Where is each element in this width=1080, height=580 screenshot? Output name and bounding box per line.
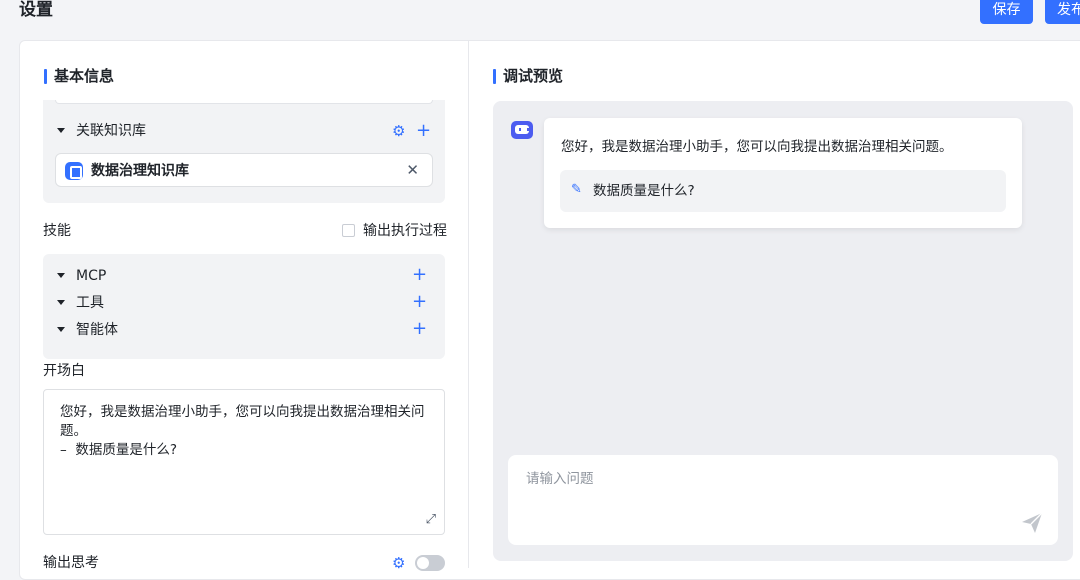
page-title: 设置 bbox=[19, 0, 53, 20]
knowledge-settings-gear-icon[interactable]: ⚙ bbox=[392, 123, 405, 139]
suggested-question[interactable]: ✎ 数据质量是什么? bbox=[560, 170, 1006, 212]
skills-label: 技能 bbox=[43, 223, 71, 239]
knowledge-label: 关联知识库 bbox=[76, 123, 146, 139]
suggested-question-text: 数据质量是什么? bbox=[593, 183, 695, 199]
debug-preview-title: 调试预览 bbox=[493, 67, 563, 85]
tools-collapse-icon[interactable] bbox=[57, 300, 65, 305]
save-button[interactable]: 保存 bbox=[980, 0, 1033, 24]
bot-message-text: 您好，我是数据治理小助手，您可以向我提出数据治理相关问题。 bbox=[561, 139, 953, 155]
opening-label: 开场白 bbox=[43, 363, 85, 379]
thinking-settings-gear-icon[interactable]: ⚙ bbox=[392, 555, 405, 571]
output-thinking-label: 输出思考 bbox=[43, 555, 99, 571]
bot-avatar-icon bbox=[511, 121, 533, 139]
remove-knowledge-close-icon[interactable]: ✕ bbox=[406, 161, 419, 179]
show-process-label: 输出执行过程 bbox=[363, 223, 447, 239]
knowledge-item: 数据治理知识库 ✕ bbox=[55, 153, 433, 187]
expand-icon[interactable]: ⤢ bbox=[426, 513, 436, 526]
panel-divider bbox=[468, 40, 469, 568]
add-agent-plus-icon[interactable]: + bbox=[412, 320, 427, 338]
knowledge-item-name: 数据治理知识库 bbox=[91, 163, 189, 179]
output-thinking-toggle[interactable] bbox=[415, 555, 445, 571]
opening-text: 您好，我是数据治理小助手，您可以向我提出数据治理相关问题。 – 数据质量是什么? bbox=[60, 404, 425, 458]
previous-field-stub bbox=[55, 100, 433, 104]
mcp-collapse-icon[interactable] bbox=[57, 273, 65, 278]
send-icon[interactable] bbox=[1020, 511, 1044, 535]
knowledge-collapse-icon[interactable] bbox=[57, 128, 65, 133]
basic-info-title: 基本信息 bbox=[44, 67, 114, 85]
chat-input-placeholder: 请输入问题 bbox=[526, 471, 594, 487]
bot-message-bubble: 您好，我是数据治理小助手，您可以向我提出数据治理相关问题。 ✎ 数据质量是什么? bbox=[544, 118, 1022, 228]
publish-button[interactable]: 发布 bbox=[1045, 0, 1080, 24]
knowledge-base-icon bbox=[65, 162, 83, 180]
edit-icon: ✎ bbox=[571, 182, 582, 197]
skill-item-agent: 智能体 bbox=[76, 322, 118, 338]
chat-input[interactable]: 请输入问题 bbox=[508, 455, 1058, 545]
opening-textarea[interactable]: 您好，我是数据治理小助手，您可以向我提出数据治理相关问题。 – 数据质量是什么?… bbox=[43, 389, 445, 535]
add-knowledge-plus-icon[interactable]: + bbox=[416, 122, 431, 140]
skill-item-mcp: MCP bbox=[76, 268, 107, 284]
knowledge-box bbox=[43, 100, 445, 203]
add-tool-plus-icon[interactable]: + bbox=[412, 293, 427, 311]
add-mcp-plus-icon[interactable]: + bbox=[412, 266, 427, 284]
top-bar: 设置 保存 发布 bbox=[0, 0, 1080, 40]
show-process-checkbox[interactable] bbox=[342, 224, 355, 237]
agent-collapse-icon[interactable] bbox=[57, 327, 65, 332]
skill-item-tools: 工具 bbox=[76, 295, 104, 311]
